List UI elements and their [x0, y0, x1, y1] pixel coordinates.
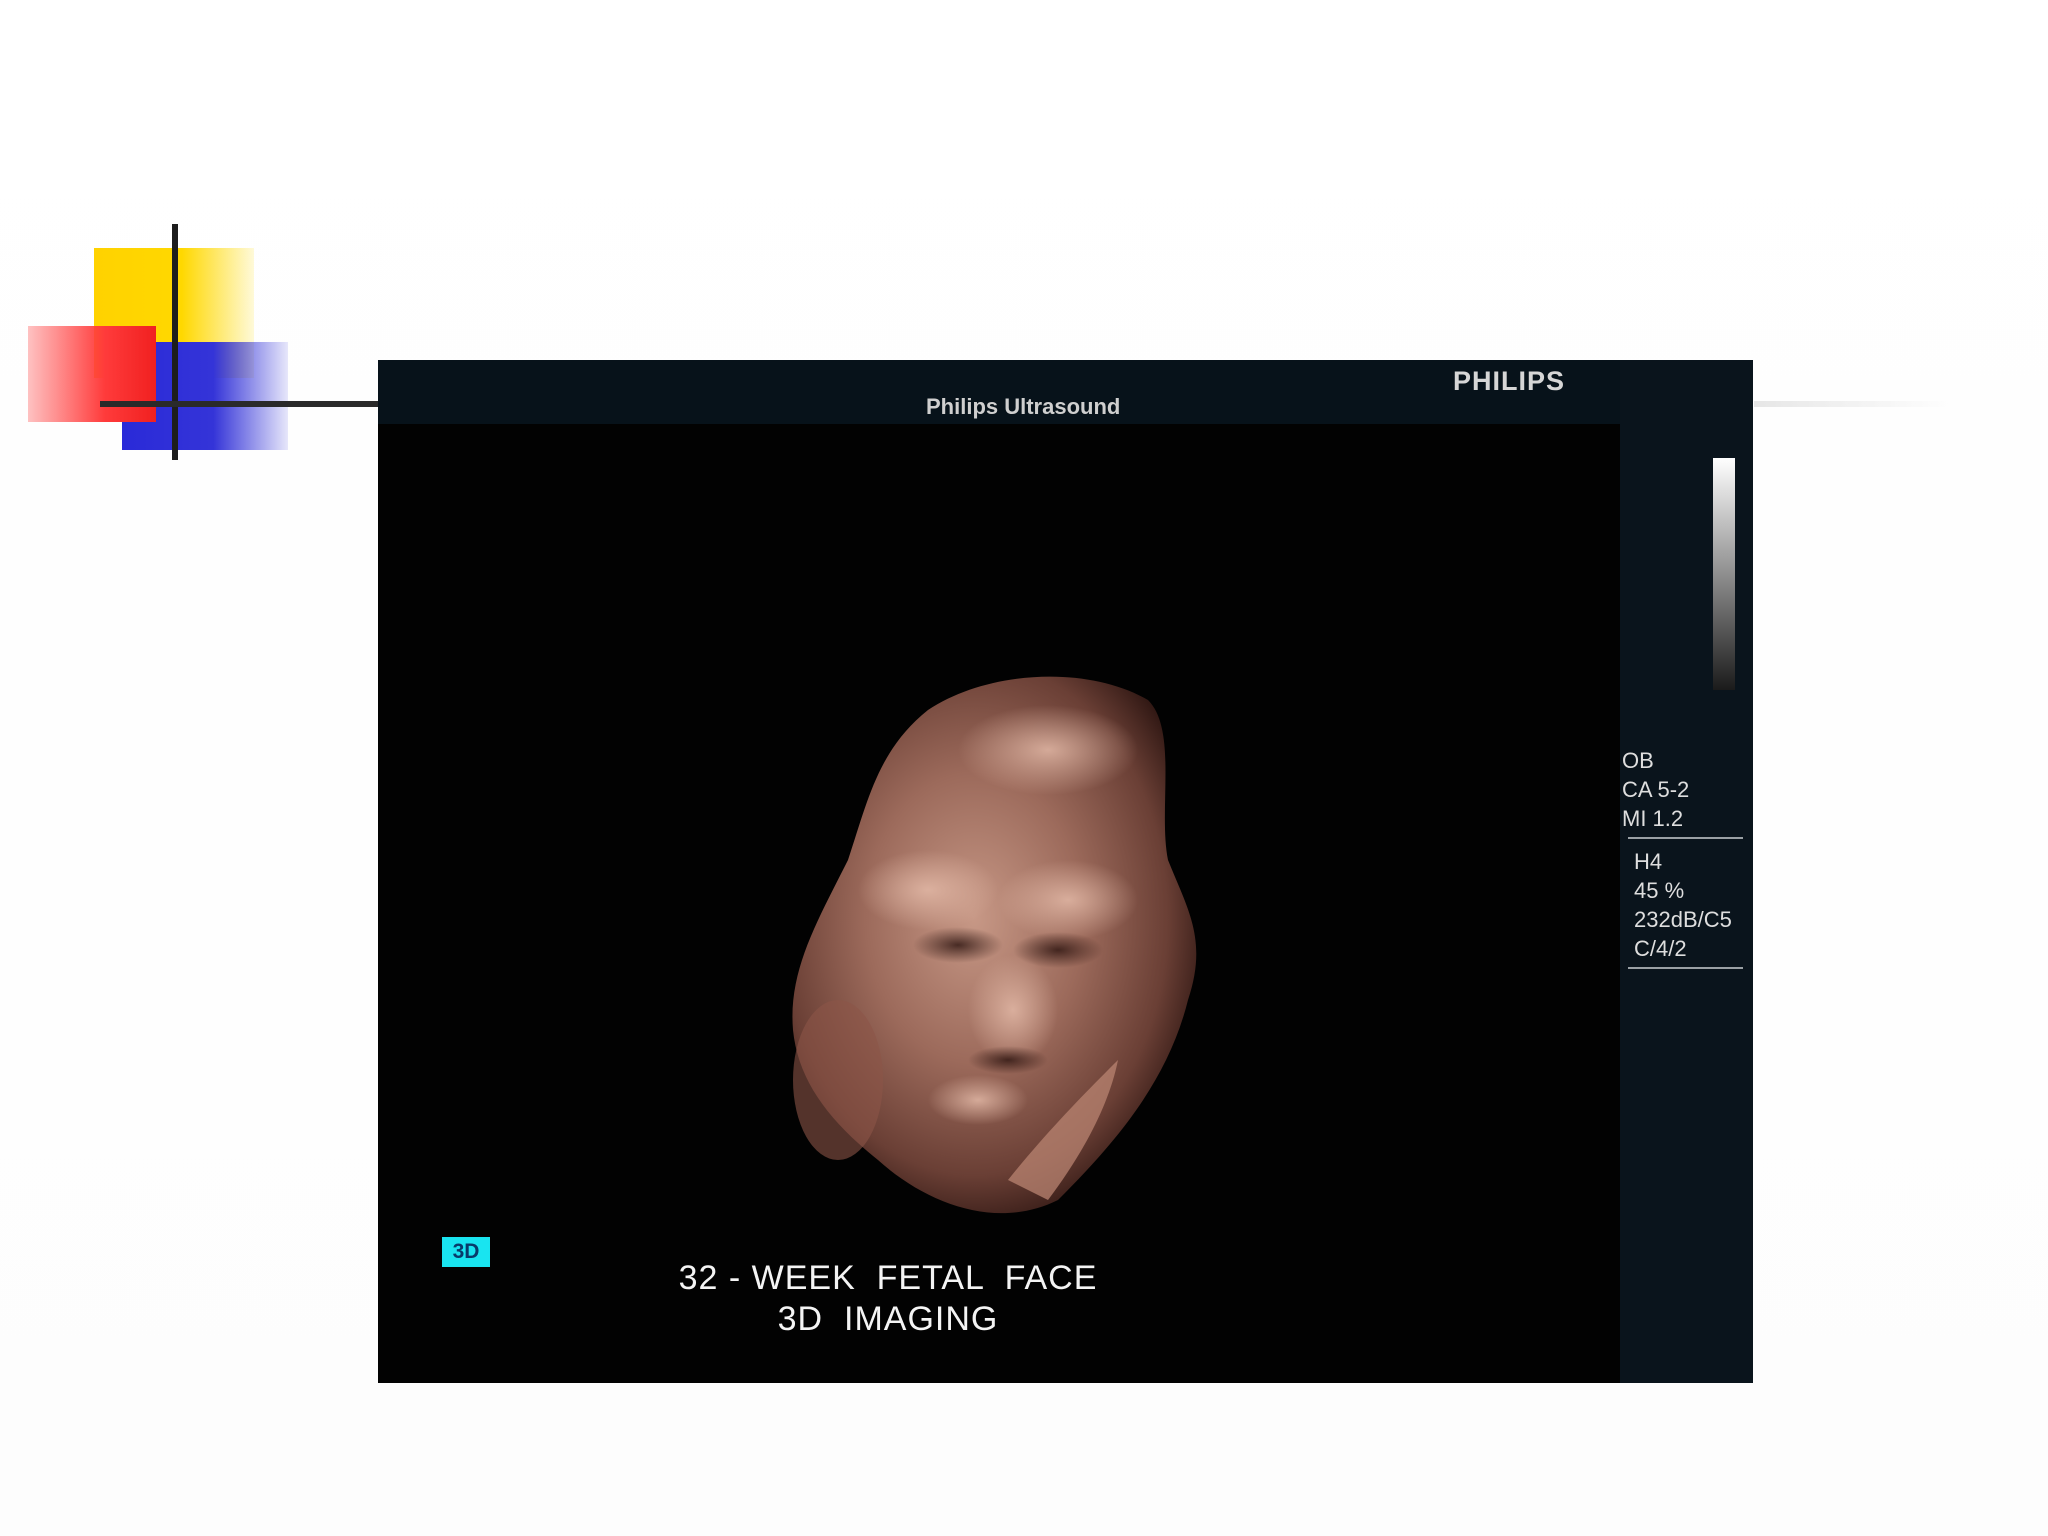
decor-red-square	[28, 326, 156, 422]
fetal-face-render	[792, 676, 1197, 1214]
scan-parameters: OB CA 5-2 MI 1.2 H4 45 % 232dB/C5 C/4/2	[1622, 746, 1743, 977]
param-exam: OB	[1622, 748, 1654, 773]
nostril-shadow	[968, 1046, 1048, 1074]
eye-left	[913, 927, 1003, 963]
mouth-highlight	[928, 1075, 1028, 1125]
brow-highlight-right	[998, 860, 1138, 940]
decor-vertical-line	[172, 224, 178, 460]
caption-line-1: 32 - WEEK FETAL FACE	[678, 1259, 1098, 1297]
image-caption: 32 - WEEK FETAL FACE 3D IMAGING	[678, 1258, 1098, 1340]
brow-highlight-left	[858, 850, 998, 930]
decor-horizontal-line	[100, 401, 390, 407]
decor-horizontal-line-fade	[1754, 401, 1954, 407]
ultrasound-image: PHILIPS Philips Ultrasound OB CA 5-2 MI …	[378, 360, 1753, 1383]
slide: PHILIPS Philips Ultrasound OB CA 5-2 MI …	[0, 0, 2048, 1536]
forehead-highlight	[958, 705, 1138, 795]
caption-line-2: 3D IMAGING	[777, 1300, 999, 1338]
param-divider	[1628, 837, 1743, 839]
system-name: Philips Ultrasound	[926, 394, 1121, 419]
param-gain: 45 %	[1634, 878, 1685, 903]
param-mi: MI 1.2	[1622, 806, 1684, 831]
param-harmonic: H4	[1634, 849, 1663, 874]
cheek-texture	[793, 1000, 883, 1160]
mode-3d-badge: 3D	[442, 1237, 490, 1267]
grayscale-bar	[1713, 458, 1735, 690]
param-dynamic-range: 232dB/C5	[1634, 907, 1732, 932]
param-divider	[1628, 967, 1743, 969]
param-transducer: CA 5-2	[1622, 777, 1690, 802]
param-processing: C/4/2	[1634, 936, 1687, 961]
brand-logo: PHILIPS	[1453, 366, 1566, 396]
